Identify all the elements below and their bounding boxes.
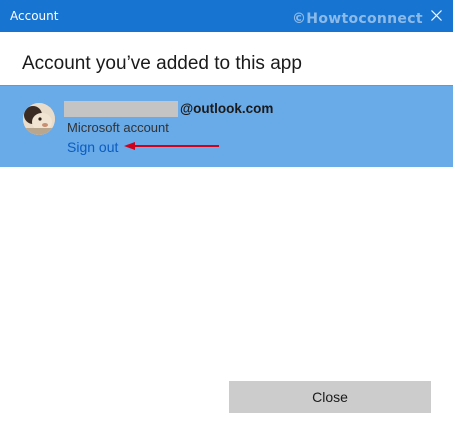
redacted-username xyxy=(64,101,178,117)
window-title: Account xyxy=(10,9,59,23)
account-list-item[interactable]: @outlook.com Microsoft account Sign out xyxy=(0,85,453,167)
close-button[interactable]: Close xyxy=(229,381,431,413)
page-title: Account you’ve added to this app xyxy=(22,53,302,74)
avatar xyxy=(23,103,55,135)
email-domain: @outlook.com xyxy=(180,101,274,116)
account-dialog: Account ©Howtoconnect Account you’ve add… xyxy=(0,0,453,433)
sign-out-link[interactable]: Sign out xyxy=(67,138,118,156)
window-close-button[interactable] xyxy=(420,0,453,32)
red-arrow-icon xyxy=(124,142,219,150)
title-bar: Account ©Howtoconnect xyxy=(0,0,453,32)
watermark: ©Howtoconnect xyxy=(292,11,423,27)
close-icon xyxy=(431,10,442,21)
account-type: Microsoft account xyxy=(67,120,169,135)
